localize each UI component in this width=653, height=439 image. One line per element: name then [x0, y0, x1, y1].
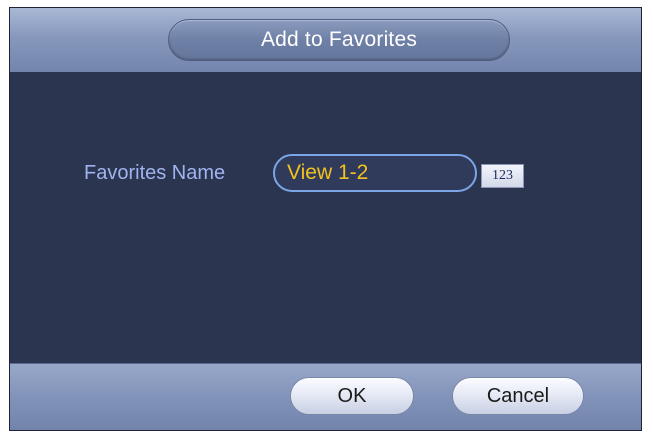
dialog-title: Add to Favorites — [260, 28, 418, 51]
dialog-content: Favorites Name 123 — [10, 72, 641, 364]
ok-button[interactable]: OK — [290, 377, 414, 415]
title-bar: Add to Favorites — [10, 8, 641, 73]
button-bar: OK Cancel — [10, 363, 641, 430]
cancel-button[interactable]: Cancel — [452, 377, 584, 415]
favorites-name-row: Favorites Name 123 — [10, 154, 641, 194]
add-to-favorites-dialog: Add to Favorites Favorites Name 123 OK C… — [9, 7, 642, 431]
favorites-name-input[interactable] — [273, 154, 477, 192]
title-pill: Add to Favorites — [168, 19, 510, 61]
input-method-button[interactable]: 123 — [481, 164, 524, 188]
favorites-name-label: Favorites Name — [84, 162, 226, 184]
